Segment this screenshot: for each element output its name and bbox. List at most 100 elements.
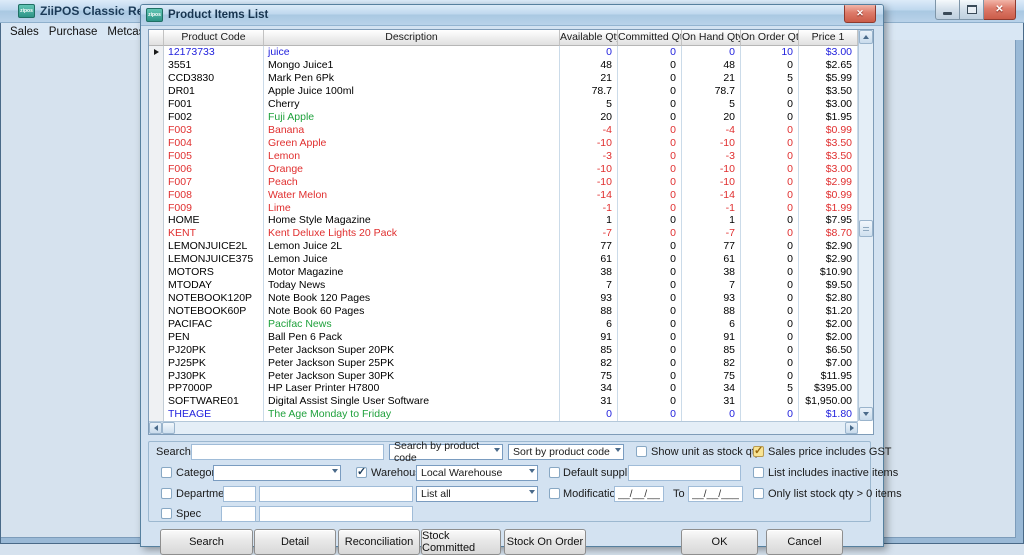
dialog-close-icon[interactable]: [844, 5, 876, 23]
cell-description[interactable]: Apple Juice 100ml: [264, 85, 560, 98]
cell-committed-qty[interactable]: 0: [618, 136, 682, 149]
cell-on-order-qty[interactable]: 0: [741, 175, 799, 188]
cell-on-order-qty[interactable]: 0: [741, 111, 799, 124]
row-selector[interactable]: [149, 85, 164, 98]
cell-price[interactable]: $6.50: [799, 343, 858, 356]
stock-on-order-button[interactable]: Stock On Order: [504, 529, 586, 555]
row-selector[interactable]: [149, 382, 164, 395]
cell-product-code[interactable]: SOFTWARE01: [164, 395, 264, 408]
cell-price[interactable]: $2.90: [799, 240, 858, 253]
cell-committed-qty[interactable]: 0: [618, 408, 682, 421]
cell-on-hand-qty[interactable]: 31: [682, 395, 741, 408]
cell-committed-qty[interactable]: 0: [618, 330, 682, 343]
cell-on-order-qty[interactable]: 0: [741, 317, 799, 330]
cell-on-order-qty[interactable]: 0: [741, 369, 799, 382]
cell-product-code[interactable]: CCD3830: [164, 72, 264, 85]
cell-committed-qty[interactable]: 0: [618, 382, 682, 395]
cell-committed-qty[interactable]: 0: [618, 369, 682, 382]
row-selector[interactable]: [149, 279, 164, 292]
table-row[interactable]: PACIFACPacifac News6060$2.00: [149, 317, 858, 330]
department-code-input[interactable]: [223, 486, 256, 502]
row-selector[interactable]: [149, 111, 164, 124]
table-row[interactable]: LEMONJUICE2LLemon Juice 2L770770$2.90: [149, 240, 858, 253]
cell-on-order-qty[interactable]: 0: [741, 201, 799, 214]
cell-description[interactable]: Lemon: [264, 149, 560, 162]
cell-description[interactable]: Note Book 120 Pages: [264, 292, 560, 305]
table-row[interactable]: SOFTWARE01Digital Assist Single User Sof…: [149, 395, 858, 408]
cell-available-qty[interactable]: 34: [560, 382, 618, 395]
cell-committed-qty[interactable]: 0: [618, 395, 682, 408]
cell-on-hand-qty[interactable]: -4: [682, 124, 741, 137]
cell-available-qty[interactable]: 31: [560, 395, 618, 408]
cell-on-hand-qty[interactable]: 82: [682, 356, 741, 369]
cell-on-hand-qty[interactable]: 6: [682, 317, 741, 330]
cell-description[interactable]: juice: [264, 46, 560, 59]
cell-product-code[interactable]: PJ20PK: [164, 343, 264, 356]
cell-price[interactable]: $0.99: [799, 188, 858, 201]
table-row[interactable]: F005Lemon-30-30$3.50: [149, 149, 858, 162]
cell-price[interactable]: $3.50: [799, 85, 858, 98]
cell-committed-qty[interactable]: 0: [618, 304, 682, 317]
row-selector[interactable]: [149, 98, 164, 111]
cell-on-hand-qty[interactable]: 20: [682, 111, 741, 124]
sales-gst-checkbox[interactable]: [753, 446, 764, 457]
cell-price[interactable]: $5.99: [799, 72, 858, 85]
cell-available-qty[interactable]: 88: [560, 304, 618, 317]
cell-available-qty[interactable]: 7: [560, 279, 618, 292]
row-selector[interactable]: [149, 175, 164, 188]
category-dropdown[interactable]: [213, 465, 341, 481]
cell-price[interactable]: $2.00: [799, 330, 858, 343]
table-row[interactable]: HOMEHome Style Magazine1010$7.95: [149, 214, 858, 227]
column-header[interactable]: Price 1: [799, 30, 858, 46]
table-row[interactable]: F003Banana-40-40$0.99: [149, 124, 858, 137]
ok-button[interactable]: OK: [681, 529, 758, 555]
cell-product-code[interactable]: F007: [164, 175, 264, 188]
cell-product-code[interactable]: F009: [164, 201, 264, 214]
cell-description[interactable]: Water Melon: [264, 188, 560, 201]
cell-available-qty[interactable]: -14: [560, 188, 618, 201]
table-row[interactable]: LEMONJUICE375Lemon Juice610610$2.90: [149, 253, 858, 266]
cell-available-qty[interactable]: 78.7: [560, 85, 618, 98]
category-checkbox[interactable]: [161, 467, 172, 478]
table-row[interactable]: PENBall Pen 6 Pack910910$2.00: [149, 330, 858, 343]
cell-price[interactable]: $1,950.00: [799, 395, 858, 408]
cell-on-order-qty[interactable]: 0: [741, 214, 799, 227]
cell-on-order-qty[interactable]: 0: [741, 162, 799, 175]
cell-description[interactable]: Kent Deluxe Lights 20 Pack: [264, 227, 560, 240]
search-by-dropdown[interactable]: Search by product code: [389, 444, 503, 460]
cell-committed-qty[interactable]: 0: [618, 317, 682, 330]
cell-on-order-qty[interactable]: 0: [741, 188, 799, 201]
row-selector[interactable]: [149, 59, 164, 72]
cell-description[interactable]: The Age Monday to Friday: [264, 408, 560, 421]
cell-on-hand-qty[interactable]: 78.7: [682, 85, 741, 98]
scroll-up-icon[interactable]: [859, 30, 873, 44]
cell-product-code[interactable]: MTODAY: [164, 279, 264, 292]
dialog-titlebar[interactable]: zipos Product Items List: [141, 5, 883, 26]
cell-available-qty[interactable]: -10: [560, 175, 618, 188]
row-selector[interactable]: [149, 46, 164, 59]
cell-description[interactable]: Green Apple: [264, 136, 560, 149]
cell-on-order-qty[interactable]: 0: [741, 98, 799, 111]
cell-price[interactable]: $1.95: [799, 111, 858, 124]
cell-committed-qty[interactable]: 0: [618, 279, 682, 292]
cell-description[interactable]: Lemon Juice 2L: [264, 240, 560, 253]
maximize-icon[interactable]: [960, 0, 984, 20]
cell-on-hand-qty[interactable]: 93: [682, 292, 741, 305]
table-row[interactable]: F007Peach-100-100$2.99: [149, 175, 858, 188]
cell-price[interactable]: $3.00: [799, 162, 858, 175]
cell-committed-qty[interactable]: 0: [618, 98, 682, 111]
cell-on-hand-qty[interactable]: -1: [682, 201, 741, 214]
cell-product-code[interactable]: KENT: [164, 227, 264, 240]
cell-description[interactable]: Orange: [264, 162, 560, 175]
cell-on-hand-qty[interactable]: 91: [682, 330, 741, 343]
table-row[interactable]: F009Lime-10-10$1.99: [149, 201, 858, 214]
cell-price[interactable]: $2.00: [799, 317, 858, 330]
cell-available-qty[interactable]: 85: [560, 343, 618, 356]
search-input[interactable]: [191, 444, 384, 460]
cell-on-order-qty[interactable]: 0: [741, 240, 799, 253]
cell-price[interactable]: $10.90: [799, 266, 858, 279]
cell-price[interactable]: $3.50: [799, 136, 858, 149]
cell-product-code[interactable]: F004: [164, 136, 264, 149]
cell-available-qty[interactable]: -3: [560, 149, 618, 162]
cell-available-qty[interactable]: -1: [560, 201, 618, 214]
